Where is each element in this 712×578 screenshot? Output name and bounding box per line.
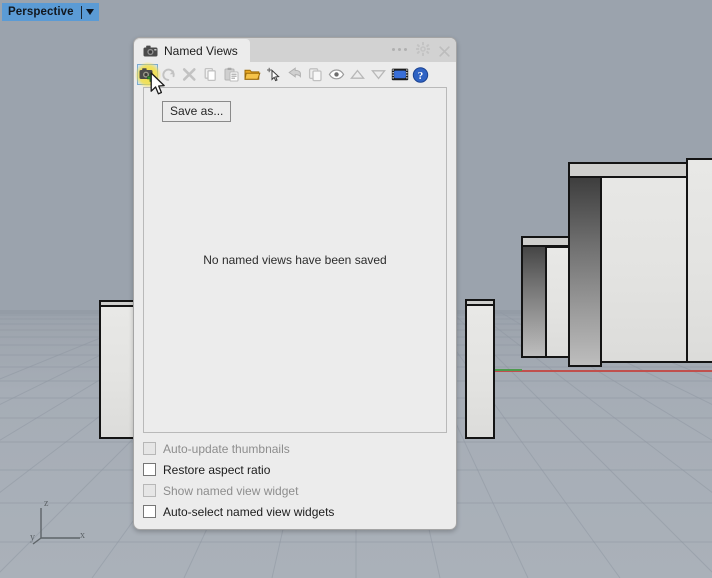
viewport-title-separator: [80, 5, 82, 19]
chevron-down-icon[interactable]: [85, 9, 94, 15]
toolbar-duplicate-button[interactable]: [305, 64, 326, 85]
toolbar-move-down-button[interactable]: [368, 64, 389, 85]
axis-label-y: y: [30, 532, 35, 543]
axis-gizmo: z x y: [30, 498, 90, 550]
toolbar-animate-button[interactable]: [389, 64, 410, 85]
toolbar-visibility-button[interactable]: [326, 64, 347, 85]
toolbar-set-view-button[interactable]: [263, 64, 284, 85]
axis-gizmo-lines: [32, 508, 80, 545]
toolbar-help-button[interactable]: ?: [410, 64, 431, 85]
axis-label-x: x: [80, 530, 85, 541]
save-as-tooltip: Save as...: [162, 101, 232, 122]
toolbar-paste-button[interactable]: [221, 64, 242, 85]
panel-tab-bar: Named Views: [134, 38, 456, 62]
panel-header-controls: [392, 42, 450, 57]
close-icon[interactable]: [439, 44, 450, 57]
toolbar-open-folder-button[interactable]: [242, 64, 263, 85]
checkbox-auto-select-named-view-widgets[interactable]: [143, 505, 156, 518]
tab-named-views[interactable]: Named Views: [134, 39, 250, 62]
viewport-title[interactable]: Perspective: [2, 3, 99, 21]
checkbox-show-named-view-widget[interactable]: [143, 484, 156, 497]
toolbar-move-up-button[interactable]: [347, 64, 368, 85]
option-auto-update-thumbnails[interactable]: Auto-update thumbnails: [143, 438, 456, 459]
option-show-named-view-widget[interactable]: Show named view widget: [143, 480, 456, 501]
rhino-viewport-window: z x y Perspective Named Views ? No named…: [0, 0, 712, 578]
gear-icon[interactable]: [416, 42, 430, 56]
checkbox-restore-aspect-ratio[interactable]: [143, 463, 156, 476]
svg-text:?: ?: [418, 70, 424, 82]
toolbar-copy-button[interactable]: [200, 64, 221, 85]
toolbar-rename-button[interactable]: [284, 64, 305, 85]
named-views-panel: Named Views ? No named views have been s…: [133, 37, 457, 530]
camera-icon: [143, 45, 158, 57]
axis-label-z: z: [44, 498, 49, 509]
toolbar-save-as-button[interactable]: [134, 61, 161, 88]
tab-title-label: Named Views: [164, 43, 238, 58]
option-auto-select-named-view-widgets[interactable]: Auto-select named view widgets: [143, 501, 456, 522]
checkbox-auto-update-thumbnails[interactable]: [143, 442, 156, 455]
panel-options: Auto-update thumbnails Restore aspect ra…: [134, 433, 456, 529]
option-label: Auto-select named view widgets: [163, 504, 335, 519]
named-views-list[interactable]: No named views have been saved Save as..…: [143, 87, 447, 433]
viewport-title-label: Perspective: [8, 6, 74, 18]
ellipsis-icon[interactable]: [392, 47, 407, 51]
option-label: Restore aspect ratio: [163, 462, 271, 477]
option-label: Show named view widget: [163, 483, 299, 498]
empty-list-message: No named views have been saved: [203, 253, 387, 267]
option-restore-aspect-ratio[interactable]: Restore aspect ratio: [143, 459, 456, 480]
toolbar-delete-button[interactable]: [179, 64, 200, 85]
option-label: Auto-update thumbnails: [163, 441, 290, 456]
panel-toolbar: ?: [134, 61, 456, 88]
toolbar-restore-button[interactable]: [158, 64, 179, 85]
